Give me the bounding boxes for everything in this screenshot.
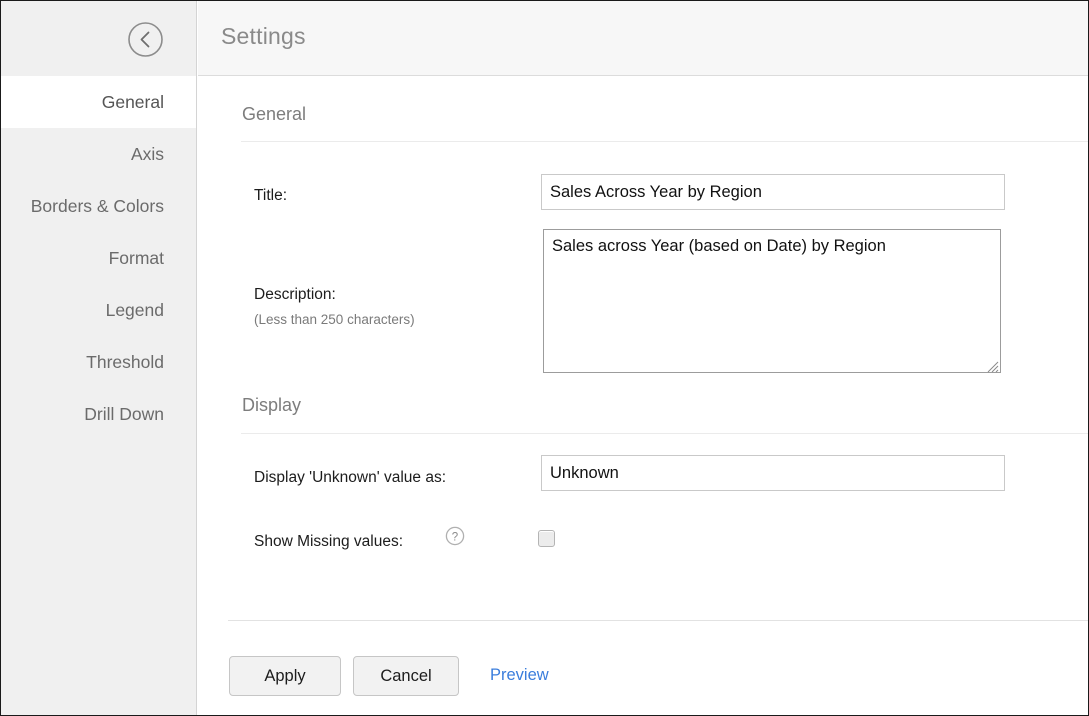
show-missing-values-checkbox[interactable]: [538, 530, 555, 547]
section-heading-display: Display: [242, 395, 301, 416]
sidebar-item-format[interactable]: Format: [1, 232, 196, 284]
sidebar-item-axis[interactable]: Axis: [1, 128, 196, 180]
cancel-button[interactable]: Cancel: [353, 656, 459, 696]
description-hint: (Less than 250 characters): [254, 312, 415, 327]
section-heading-general: General: [242, 104, 306, 125]
unknown-value-label: Display 'Unknown' value as:: [254, 469, 446, 487]
apply-button[interactable]: Apply: [229, 656, 341, 696]
title-input[interactable]: [541, 174, 1005, 210]
sidebar-item-threshold[interactable]: Threshold: [1, 336, 196, 388]
section-divider-general: [241, 141, 1089, 142]
sidebar-item-legend[interactable]: Legend: [1, 284, 196, 336]
sidebar-header: [1, 1, 196, 76]
sidebar-item-drill-down[interactable]: Drill Down: [1, 388, 196, 440]
footer-divider: [228, 620, 1089, 621]
section-divider-display: [241, 433, 1089, 434]
question-mark-circle-icon[interactable]: ?: [445, 526, 465, 546]
sidebar: General Axis Borders & Colors Format Leg…: [1, 1, 197, 715]
sidebar-item-borders-colors[interactable]: Borders & Colors: [1, 180, 196, 232]
settings-dialog: General Axis Borders & Colors Format Leg…: [0, 0, 1089, 716]
svg-text:?: ?: [452, 531, 458, 543]
page-title: Settings: [221, 23, 306, 50]
title-label: Title:: [254, 187, 287, 205]
sidebar-item-general[interactable]: General: [1, 76, 196, 128]
description-textarea[interactable]: Sales across Year (based on Date) by Reg…: [543, 229, 1001, 373]
sidebar-nav: General Axis Borders & Colors Format Leg…: [1, 76, 196, 440]
settings-content: General Title: Description: (Less than 2…: [198, 77, 1089, 715]
description-label: Description:: [254, 286, 336, 304]
preview-link[interactable]: Preview: [490, 666, 549, 685]
show-missing-values-label: Show Missing values:: [254, 533, 403, 551]
dialog-header: Settings: [198, 1, 1089, 76]
chevron-left-circle-icon[interactable]: [127, 21, 164, 58]
unknown-value-input[interactable]: [541, 455, 1005, 491]
